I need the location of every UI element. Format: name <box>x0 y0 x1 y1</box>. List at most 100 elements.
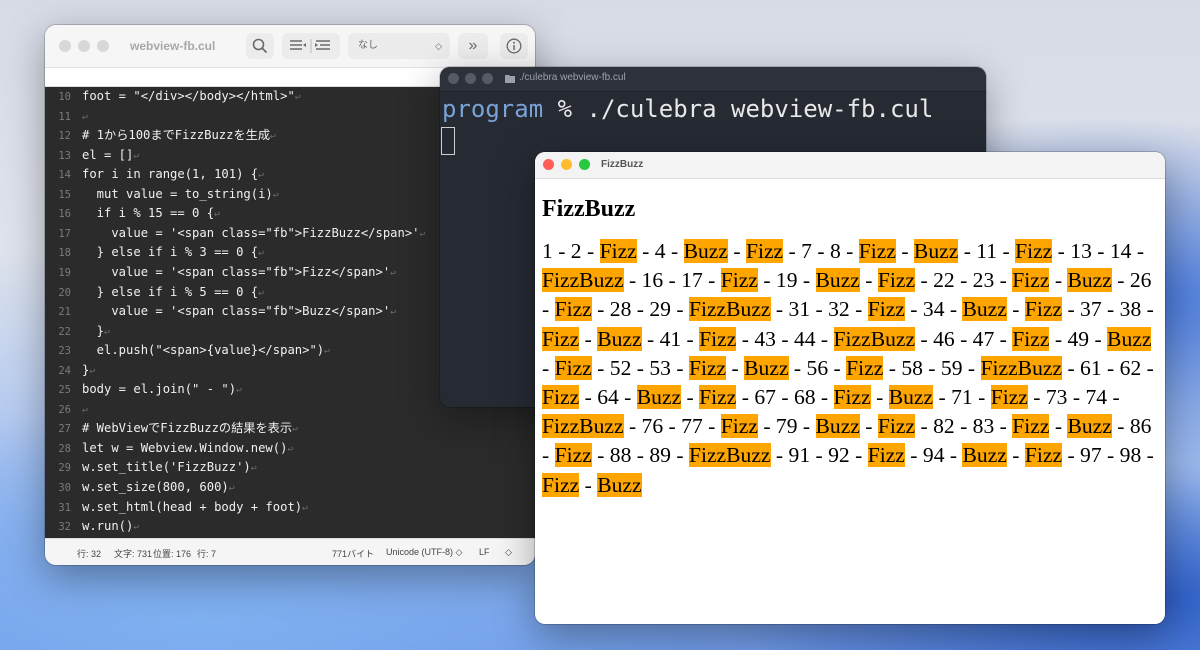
separator: - <box>1006 443 1025 468</box>
code-text: el.push("<span>{value}</span>") <box>82 343 325 358</box>
line-ending-select[interactable]: LF <box>479 547 490 557</box>
number-item: 31 <box>788 297 811 322</box>
separator: - <box>1062 443 1081 468</box>
terminal-command: % ./culebra webview-fb.cul <box>543 95 934 123</box>
separator: - <box>726 355 745 380</box>
line-number: 23 <box>58 345 71 358</box>
fizzbuzz-word: FizzBuzz <box>688 297 771 322</box>
close-button[interactable] <box>59 40 71 52</box>
separator: - <box>849 297 868 322</box>
line-ending-chevron-icon: ◇ <box>505 547 512 557</box>
zoom-button[interactable] <box>482 73 493 84</box>
fizzbuzz-word: Buzz <box>597 472 642 497</box>
separator: - <box>922 355 941 380</box>
separator: - <box>681 326 700 351</box>
close-button[interactable] <box>448 73 459 84</box>
number-item: 71 <box>951 385 973 410</box>
minimize-button[interactable] <box>561 159 572 170</box>
webview-content: FizzBuzz 1 - 2 - Fizz - 4 - Buzz - Fizz … <box>542 178 1154 500</box>
separator: - <box>1131 239 1145 263</box>
fizzbuzz-word: Buzz <box>744 355 789 380</box>
return-mark-icon: ↩ <box>228 483 235 494</box>
code-line: 29 w.set_title('FizzBuzz')↩ <box>45 458 256 477</box>
separator: - <box>1027 385 1046 410</box>
code-line: 23 el.push("<span>{value}</span>")↩ <box>45 341 330 360</box>
separator: - <box>591 297 610 322</box>
status-line: 行: 32 <box>77 549 102 559</box>
code-text: value = '<span class="fb">Buzz</span>' <box>82 304 391 319</box>
fizzbuzz-word: FizzBuzz <box>542 414 624 439</box>
line-number: 30 <box>58 482 71 494</box>
minimize-button[interactable] <box>465 73 476 84</box>
number-item: 34 <box>922 297 945 322</box>
number-item: 46 <box>933 326 955 351</box>
number-item: 88 <box>609 443 632 468</box>
fizzbuzz-word: Buzz <box>636 385 682 410</box>
separator: - <box>702 414 721 439</box>
separator: - <box>828 355 847 380</box>
number-item: 52 <box>609 355 632 380</box>
number-item: 14 <box>1109 239 1132 263</box>
zoom-button[interactable] <box>97 40 109 52</box>
number-item: 91 <box>788 443 811 468</box>
number-item: 19 <box>775 268 798 293</box>
code-line: 32 w.run()↩ <box>45 517 139 536</box>
fizzbuzz-word: FizzBuzz <box>688 443 771 468</box>
code-line: 19 value = '<span class="fb">Fizz</span>… <box>45 263 396 282</box>
syntax-select[interactable]: なし ◇ <box>348 33 450 59</box>
number-item: 29 <box>649 297 671 322</box>
separator: - <box>670 355 689 380</box>
terminal-prompt-line: program % ./culebra webview-fb.cul <box>442 95 933 123</box>
minimize-button[interactable] <box>78 40 90 52</box>
number-item: 62 <box>1119 355 1142 380</box>
separator: - <box>770 443 789 468</box>
separator: - <box>631 355 650 380</box>
code-text: let w = Webview.Window.new() <box>82 440 288 455</box>
code-line: 22 }↩ <box>45 322 110 341</box>
fizzbuzz-word: Buzz <box>683 239 728 263</box>
line-number: 26 <box>58 403 71 416</box>
number-item: 92 <box>828 443 850 468</box>
code-text: } else if i % 3 == 0 { <box>82 245 259 260</box>
fizzbuzz-word: Fizz <box>877 414 916 439</box>
chevron-updown-icon: ◇ <box>435 41 442 51</box>
separator: - <box>757 268 776 293</box>
search-button[interactable] <box>246 33 274 59</box>
number-item: 74 <box>1085 385 1108 410</box>
fizzbuzz-word: Buzz <box>1067 268 1112 293</box>
number-item: 47 <box>972 326 995 351</box>
separator: - <box>670 443 689 468</box>
status-position: 位置: 176 <box>153 549 192 559</box>
zoom-button[interactable] <box>579 159 590 170</box>
fizzbuzz-word: Fizz <box>1015 239 1053 263</box>
separator: - <box>815 385 834 410</box>
separator: - <box>631 297 650 322</box>
code-text: mut value = to_string(i) <box>82 186 273 201</box>
line-number: 20 <box>58 286 71 299</box>
encoding-select[interactable]: Unicode (UTF-8) ◇ <box>386 547 462 558</box>
code-line: 11 ↩ <box>45 107 88 126</box>
return-mark-icon: ↩ <box>133 150 140 162</box>
fizzbuzz-sequence: 1 - 2 - Fizz - 4 - Buzz - Fizz - 7 - 8 -… <box>542 237 1154 500</box>
number-item: 94 <box>922 443 945 468</box>
code-line: 17 value = '<span class="fb">FizzBuzz</s… <box>45 224 425 243</box>
separator: - <box>810 297 829 322</box>
separator: - <box>859 268 878 293</box>
separator: - <box>1101 297 1120 322</box>
line-number: 12 <box>58 130 71 143</box>
more-button[interactable]: » <box>458 33 488 59</box>
number-item: 41 <box>659 326 682 351</box>
number-item: 73 <box>1045 385 1068 410</box>
close-button[interactable] <box>543 159 554 170</box>
separator: - <box>783 239 802 263</box>
info-button[interactable] <box>500 33 528 59</box>
code-line: 12 # 1から100までFizzBuzzを生成↩ <box>45 126 276 145</box>
code-line: 20 } else if i % 5 == 0 {↩ <box>45 283 264 302</box>
terminal-titlebar: ./culebra webview-fb.cul <box>440 67 986 92</box>
code-text: w.run() <box>82 519 134 534</box>
separator: - <box>972 385 991 410</box>
indent-buttons[interactable] <box>282 33 340 59</box>
separator: - <box>663 268 682 293</box>
return-mark-icon: ↩ <box>272 189 279 201</box>
return-mark-icon: ↩ <box>82 404 89 416</box>
